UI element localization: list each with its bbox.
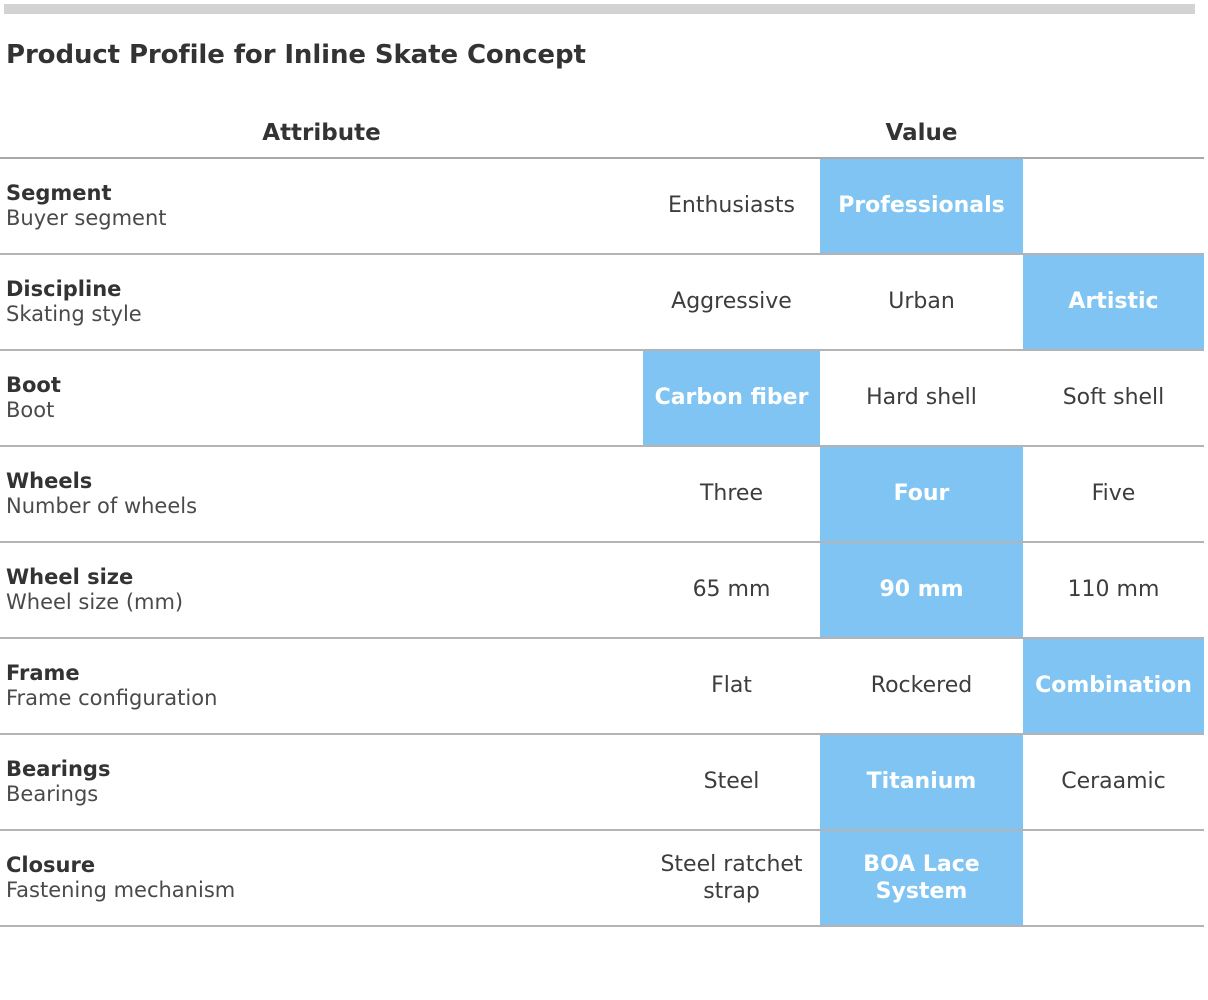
- value-cell[interactable]: [1023, 159, 1204, 253]
- value-cell[interactable]: Aggressive: [643, 255, 820, 349]
- value-cell[interactable]: Urban: [820, 255, 1023, 349]
- value-cell[interactable]: Soft shell: [1023, 351, 1204, 445]
- table-row: Discipline Skating style Aggressive Urban Ar…: [0, 255, 1204, 349]
- attribute-description: Bearings: [6, 781, 99, 806]
- value-cell[interactable]: Flat: [643, 639, 820, 733]
- table-header-row: Attribute Value: [0, 108, 1204, 157]
- table-row: Boot Boot Carbon fiber Hard shell Soft shell: [0, 351, 1204, 445]
- value-cell[interactable]: Five: [1023, 447, 1204, 541]
- column-header-attribute: Attribute: [262, 119, 381, 146]
- product-profile-table: Attribute Value Segment Buyer segment Enth…: [0, 108, 1204, 927]
- column-header-value: Value: [885, 119, 958, 146]
- attribute-cell: Closure Fastening mechanism: [0, 831, 643, 925]
- attribute-name: Frame: [6, 660, 80, 685]
- attribute-name: Wheels: [6, 468, 93, 493]
- value-cell[interactable]: Steel ratchet strap: [643, 831, 820, 925]
- attribute-description: Fastening mechanism: [6, 877, 236, 902]
- attribute-description: Number of wheels: [6, 493, 198, 518]
- attribute-cell: Boot Boot: [0, 351, 643, 445]
- value-cell-selected[interactable]: Four: [820, 447, 1023, 541]
- value-cell-selected[interactable]: Titanium: [820, 735, 1023, 829]
- table-row: Bearings Bearings Steel Titanium Ceraamic: [0, 735, 1204, 829]
- table-body: Segment Buyer segment Enthusiasts Professio…: [0, 159, 1204, 927]
- table-row: Wheels Number of wheels Three Four Five: [0, 447, 1204, 541]
- value-cell-selected[interactable]: Professionals: [820, 159, 1023, 253]
- top-accent-bar: [4, 4, 1195, 14]
- attribute-name: Bearings: [6, 756, 111, 781]
- attribute-cell: Frame Frame configuration: [0, 639, 643, 733]
- attribute-description: Buyer segment: [6, 205, 167, 230]
- value-cell-selected[interactable]: Artistic: [1023, 255, 1204, 349]
- attribute-cell: Bearings Bearings: [0, 735, 643, 829]
- attribute-name: Boot: [6, 372, 61, 397]
- value-cell[interactable]: Enthusiasts: [643, 159, 820, 253]
- attribute-description: Wheel size (mm): [6, 589, 184, 614]
- value-cell[interactable]: [1023, 831, 1204, 925]
- attribute-description: Skating style: [6, 301, 142, 326]
- row-divider: [0, 925, 1204, 927]
- attribute-description: Boot: [6, 397, 55, 422]
- value-cell[interactable]: Three: [643, 447, 820, 541]
- value-cell-selected[interactable]: Carbon fiber: [643, 351, 820, 445]
- page-root: Product Profile for Inline Skate Concept…: [0, 0, 1208, 1000]
- attribute-name: Discipline: [6, 276, 122, 301]
- table-row: Segment Buyer segment Enthusiasts Professio…: [0, 159, 1204, 253]
- value-cell[interactable]: Rockered: [820, 639, 1023, 733]
- attribute-cell: Wheel size Wheel size (mm): [0, 543, 643, 637]
- attribute-name: Segment: [6, 180, 112, 205]
- attribute-name: Closure: [6, 852, 96, 877]
- attribute-cell: Segment Buyer segment: [0, 159, 643, 253]
- value-cell-selected[interactable]: BOA Lace System: [820, 831, 1023, 925]
- value-cell-selected[interactable]: 90 mm: [820, 543, 1023, 637]
- table-row: Frame Frame configuration Flat Rockered Comb…: [0, 639, 1204, 733]
- page-title: Product Profile for Inline Skate Concept: [6, 40, 586, 70]
- attribute-cell: Wheels Number of wheels: [0, 447, 643, 541]
- attribute-name: Wheel size: [6, 564, 134, 589]
- value-cell[interactable]: Hard shell: [820, 351, 1023, 445]
- attribute-cell: Discipline Skating style: [0, 255, 643, 349]
- value-cell[interactable]: 110 mm: [1023, 543, 1204, 637]
- table-row: Closure Fastening mechanism Steel ratchet …: [0, 831, 1204, 925]
- value-cell[interactable]: Ceraamic: [1023, 735, 1204, 829]
- value-cell[interactable]: 65 mm: [643, 543, 820, 637]
- attribute-description: Frame configuration: [6, 685, 218, 710]
- value-cell-selected[interactable]: Combination: [1023, 639, 1204, 733]
- value-cell[interactable]: Steel: [643, 735, 820, 829]
- table-row: Wheel size Wheel size (mm) 65 mm 90 mm 110 m…: [0, 543, 1204, 637]
